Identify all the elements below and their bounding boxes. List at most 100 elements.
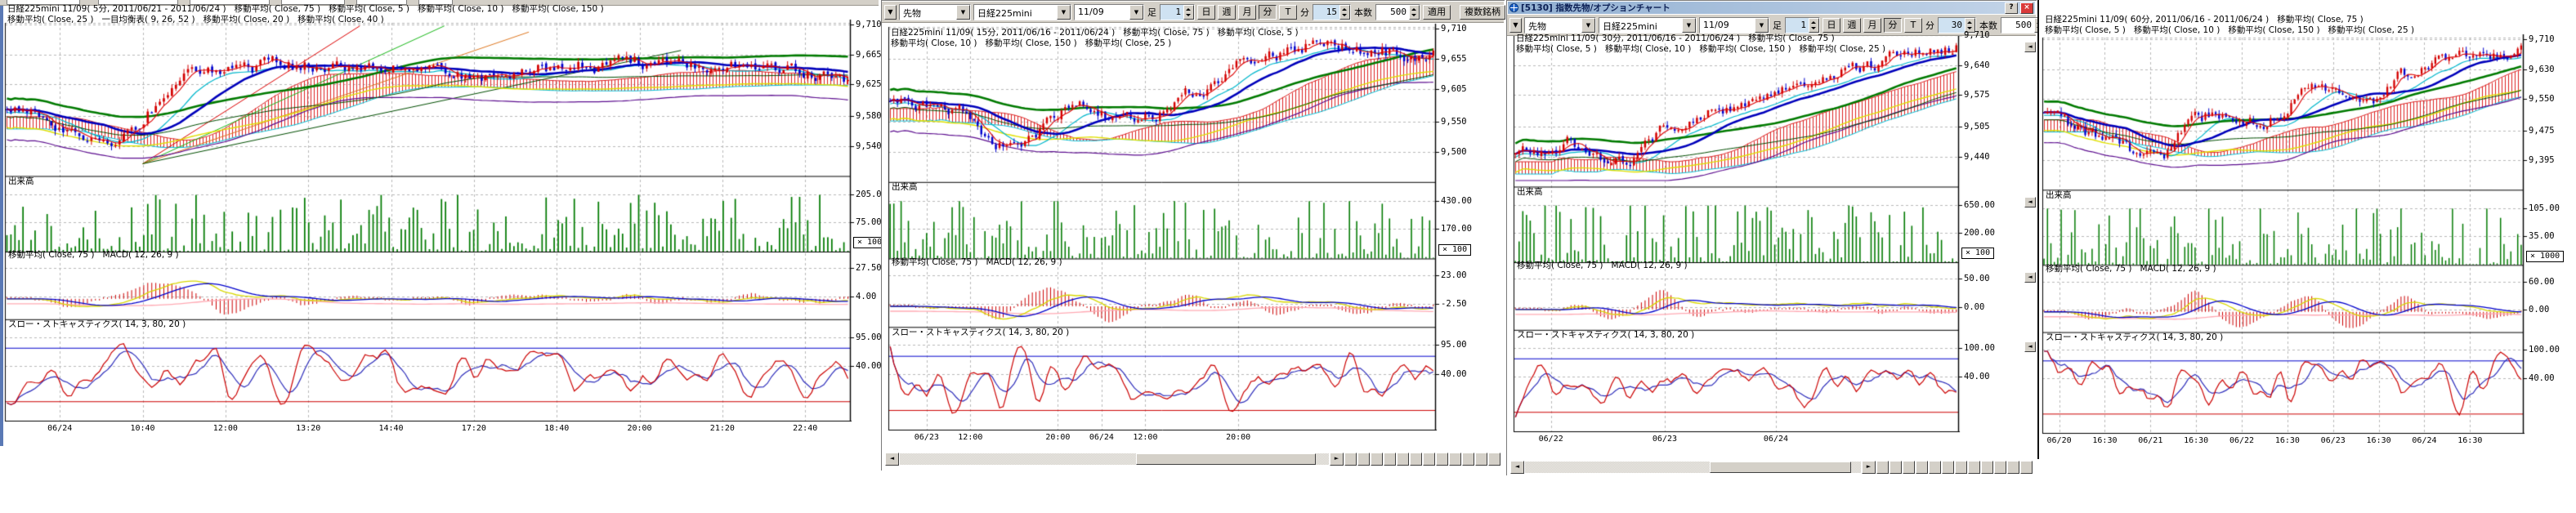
contract-select[interactable]: 11/09▼	[1074, 4, 1144, 20]
spinner-arrows-icon[interactable]	[1339, 5, 1350, 20]
scrollbar-thumb[interactable]	[1710, 462, 1851, 473]
mini-tool-button[interactable]	[1371, 453, 1383, 466]
spinner-arrows-icon[interactable]	[1183, 5, 1194, 20]
category-select[interactable]: 先物▼	[1524, 17, 1596, 33]
menu-dropdown-button[interactable]: ▼	[884, 5, 897, 20]
mini-tool-button[interactable]	[1942, 461, 1954, 474]
chevron-down-icon[interactable]: ▼	[1682, 18, 1696, 33]
axis-tick-label: 40.00	[2529, 373, 2555, 383]
chart-canvas[interactable]	[882, 1, 1505, 471]
axis-tick-label: 75.00	[856, 217, 882, 227]
mini-tool-button[interactable]	[1475, 453, 1487, 466]
axis-tick-label: 9,500	[1441, 147, 1467, 157]
axis-tick-label: 40.00	[1441, 369, 1467, 379]
stochastics-section-label: スロー・ストキャスティクス( 14, 3, 80, 20 )	[2046, 331, 2223, 343]
unit-multiplier-badge: × 100	[1438, 244, 1471, 256]
period-button-4[interactable]: T	[1279, 5, 1297, 20]
apply-button[interactable]: 適用	[1423, 5, 1451, 20]
axis-tick-label: 100.00	[2529, 345, 2560, 355]
chevron-down-icon[interactable]: ▼	[956, 5, 970, 20]
axis-tick-label: 100.00	[1964, 343, 1995, 353]
period-button-0[interactable]: 日	[1822, 18, 1840, 33]
chart-toolbar: ▼先物▼日経225mini▼11/09▼足1日週月分T分30本数500	[1507, 15, 2036, 36]
mini-tool-button[interactable]	[1981, 461, 1993, 474]
bar-count-stepper[interactable]: 500	[1375, 4, 1420, 20]
period-button-2[interactable]: 月	[1238, 5, 1256, 20]
pane-collapse-button[interactable]: ◄	[2024, 272, 2036, 283]
chart-canvas[interactable]	[2039, 0, 2576, 459]
close-button[interactable]: ×	[2020, 2, 2033, 14]
spinner-arrows-icon[interactable]	[1409, 5, 1420, 20]
mini-tool-button[interactable]	[1410, 453, 1422, 466]
contract-select[interactable]: 11/09▼	[1699, 17, 1769, 33]
period-button-1[interactable]: 週	[1843, 18, 1861, 33]
period-button-1[interactable]: 週	[1218, 5, 1236, 20]
pane-collapse-button[interactable]: ◄	[2024, 42, 2036, 52]
axis-tick-label: 4.00	[856, 292, 876, 301]
mini-tool-button[interactable]	[1384, 453, 1396, 466]
spinner-arrows-icon[interactable]	[1809, 18, 1819, 33]
chart-canvas[interactable]	[1507, 1, 2037, 476]
period-button-2[interactable]: 月	[1863, 18, 1881, 33]
time-axis-label: 16:30	[2092, 436, 2117, 445]
mini-tool-button[interactable]	[1890, 461, 1902, 474]
scroll-left-button[interactable]: ◄	[1510, 461, 1524, 474]
mini-tool-button[interactable]	[1423, 453, 1435, 466]
axis-tick-label: 9,550	[1441, 117, 1467, 127]
mini-tool-button[interactable]	[1955, 461, 1967, 474]
volume-section-label: 出来高	[8, 175, 34, 187]
period-button-4[interactable]: T	[1904, 18, 1922, 33]
mini-tool-button[interactable]	[2020, 461, 2033, 474]
mini-tool-button[interactable]	[1929, 461, 1941, 474]
volume-section-label: 出来高	[2046, 189, 2072, 201]
symbol-select[interactable]: 日経225mini▼	[973, 4, 1071, 20]
menu-dropdown-button[interactable]: ▼	[1509, 18, 1522, 33]
mini-tool-button[interactable]	[1968, 461, 1980, 474]
chevron-down-icon[interactable]: ▼	[1755, 18, 1769, 33]
mini-tool-button[interactable]	[1994, 461, 2006, 474]
mini-tool-button[interactable]	[1436, 453, 1448, 466]
chevron-down-icon[interactable]: ▼	[1057, 5, 1071, 20]
time-axis-label: 06/21	[2138, 436, 2162, 445]
scroll-right-button[interactable]: ►	[1330, 453, 1344, 466]
time-axis-label: 06/23	[915, 433, 939, 442]
mini-tool-button[interactable]	[1876, 461, 1889, 474]
help-button[interactable]: ?	[2005, 2, 2018, 14]
mini-tool-button[interactable]	[1903, 461, 1915, 474]
multi-symbol-button[interactable]: 複数銘柄	[1460, 5, 1505, 20]
window-titlebar[interactable]: [5130] 指数先物/オプションチャート?×	[1508, 2, 2035, 14]
minute-stepper[interactable]: 15	[1313, 4, 1351, 20]
scroll-right-button[interactable]: ►	[1862, 461, 1876, 474]
chart-canvas[interactable]	[0, 0, 879, 446]
pane-collapse-button[interactable]: ◄	[2024, 341, 2036, 352]
symbol-select[interactable]: 日経225mini▼	[1599, 17, 1697, 33]
horizontal-scrollbar-row: ◄►	[885, 453, 1500, 465]
pane-collapse-button[interactable]: ◄	[2024, 197, 2036, 207]
period-button-3[interactable]: 分	[1884, 18, 1902, 33]
scrollbar-thumb[interactable]	[1136, 453, 1317, 465]
period-button-0[interactable]: 日	[1197, 5, 1215, 20]
mini-tool-button[interactable]	[1344, 453, 1357, 466]
scroll-left-button[interactable]: ◄	[885, 453, 899, 466]
category-select[interactable]: 先物▼	[899, 4, 971, 20]
ashi-count-stepper[interactable]: 1	[1160, 4, 1195, 20]
axis-tick-label: 650.00	[1964, 200, 1995, 210]
mini-tool-button[interactable]	[1488, 453, 1500, 466]
stochastics-section-label: スロー・ストキャスティクス( 14, 3, 80, 20 )	[892, 326, 1069, 338]
period-button-3[interactable]: 分	[1259, 5, 1277, 20]
scrollbar-track[interactable]	[1525, 462, 1861, 473]
chevron-down-icon[interactable]: ▼	[1129, 5, 1143, 20]
mini-tool-button[interactable]	[1357, 453, 1370, 466]
mini-tool-button[interactable]	[2007, 461, 2019, 474]
axis-tick-label: 9,630	[2529, 65, 2555, 74]
mini-tool-button[interactable]	[1462, 453, 1474, 466]
time-axis-label: 20:00	[1226, 433, 1250, 442]
ashi-count-stepper[interactable]: 1	[1785, 17, 1820, 33]
mini-tool-button[interactable]	[1397, 453, 1409, 466]
axis-tick-label: 50.00	[1964, 274, 1990, 283]
mini-tool-button[interactable]	[1449, 453, 1461, 466]
mini-tool-button[interactable]	[1916, 461, 1928, 474]
chevron-down-icon[interactable]: ▼	[1581, 18, 1595, 33]
scrollbar-track[interactable]	[900, 453, 1329, 465]
stochastics-section-label: スロー・ストキャスティクス( 14, 3, 80, 20 )	[1517, 328, 1694, 341]
